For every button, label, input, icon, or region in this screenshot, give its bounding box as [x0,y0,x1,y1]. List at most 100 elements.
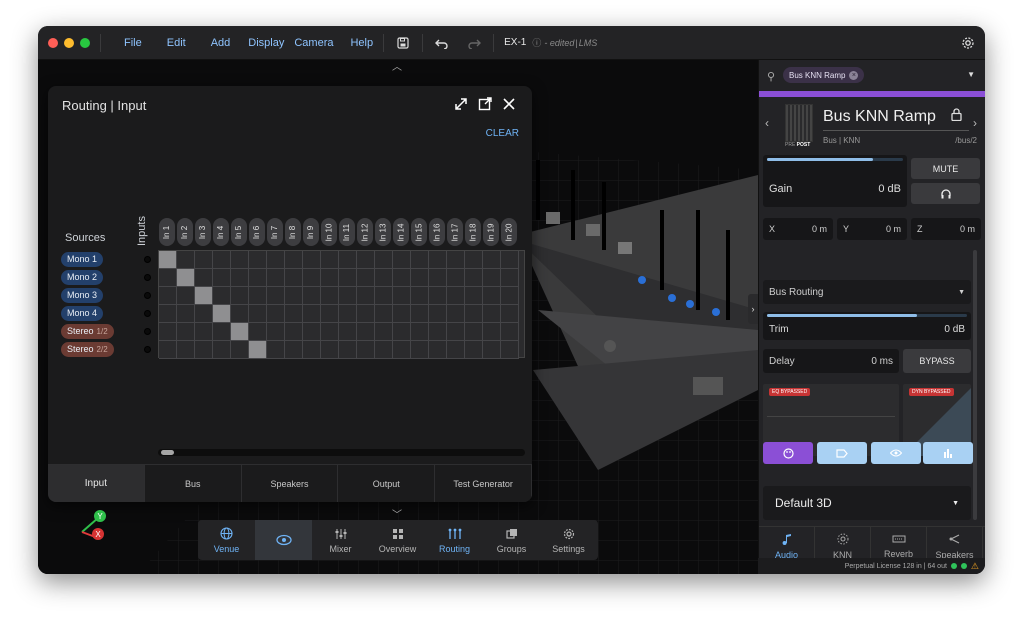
input-column-9[interactable]: In 9 [303,218,319,246]
input-column-20[interactable]: In 20 [501,218,517,246]
routing-cell[interactable] [465,287,483,305]
routing-cell[interactable] [501,305,519,323]
input-column-19[interactable]: In 19 [483,218,499,246]
routing-cell[interactable] [249,323,267,341]
routing-cell[interactable] [393,251,411,269]
input-column-12[interactable]: In 12 [357,218,373,246]
bus-routing-select[interactable]: Bus Routing ▼ [763,280,971,304]
routing-cell[interactable] [339,251,357,269]
routing-cell[interactable] [465,323,483,341]
nav-view-toggle[interactable] [255,520,312,560]
panel-collapse-handle[interactable]: › [748,294,758,324]
warning-icon[interactable]: ⚠ [971,561,979,572]
input-column-3[interactable]: In 3 [195,218,211,246]
routing-cell[interactable] [195,305,213,323]
settings-gear-icon[interactable] [959,34,977,52]
routing-cell[interactable] [339,323,357,341]
solo-headphones-button[interactable] [911,183,980,204]
routing-cell[interactable] [429,323,447,341]
routing-cell[interactable] [339,269,357,287]
routing-cell[interactable] [177,251,195,269]
y-position-field[interactable]: Y 0 m [837,218,907,240]
routing-cell[interactable] [177,287,195,305]
routing-cell[interactable] [429,287,447,305]
routing-cell[interactable] [483,251,501,269]
source-connector-dot[interactable] [144,310,151,317]
chevron-down-icon[interactable]: ﹀ [392,506,402,521]
routing-cell[interactable] [339,287,357,305]
routing-cell[interactable] [339,305,357,323]
next-icon[interactable]: › [973,116,977,130]
tab-bus[interactable]: Bus [144,465,242,502]
routing-cell[interactable] [321,287,339,305]
routing-cell[interactable] [177,269,195,287]
source-stereo-6[interactable]: Stereo 2/2 [61,342,114,357]
source-mono-1[interactable]: Mono 1 [61,252,104,267]
routing-cell[interactable] [285,341,303,359]
routing-cell[interactable] [267,323,285,341]
routing-cell[interactable] [393,287,411,305]
menu-camera[interactable]: Camera [294,37,333,49]
selected-tag[interactable]: Bus KNN Ramp × [783,67,865,83]
input-column-8[interactable]: In 8 [285,218,301,246]
routing-cell[interactable] [267,269,285,287]
input-column-15[interactable]: In 15 [411,218,427,246]
source-connector-dot[interactable] [144,274,151,281]
routing-cell[interactable] [501,269,519,287]
source-mono-2[interactable]: Mono 2 [61,270,104,285]
delay-field[interactable]: Delay 0 ms [763,349,899,373]
input-column-6[interactable]: In 6 [249,218,265,246]
routing-cell[interactable] [357,305,375,323]
routing-cell[interactable] [159,341,177,359]
routing-cell[interactable] [285,287,303,305]
routing-cell[interactable] [483,269,501,287]
routing-cell[interactable] [411,287,429,305]
routing-cell[interactable] [465,305,483,323]
routing-cell[interactable] [213,251,231,269]
routing-cell[interactable] [213,269,231,287]
x-position-field[interactable]: X 0 m [763,218,833,240]
nav-venue[interactable]: Venue [198,520,255,560]
source-mono-4[interactable]: Mono 4 [61,306,104,321]
input-column-7[interactable]: In 7 [267,218,283,246]
routing-cell[interactable] [393,341,411,359]
routing-cell[interactable] [159,305,177,323]
routing-cell[interactable] [375,251,393,269]
nav-mixer[interactable]: Mixer [312,520,369,560]
routing-cell[interactable] [159,251,177,269]
routing-cell[interactable] [375,341,393,359]
routing-cell[interactable] [303,269,321,287]
routing-cell[interactable] [393,269,411,287]
menu-file[interactable]: File [124,37,142,49]
routing-cell[interactable] [159,269,177,287]
routing-cell[interactable] [249,287,267,305]
routing-cell[interactable] [195,323,213,341]
routing-cell[interactable] [159,323,177,341]
input-column-13[interactable]: In 13 [375,218,391,246]
routing-cell[interactable] [303,341,321,359]
routing-cell[interactable] [483,341,501,359]
routing-cell[interactable] [447,323,465,341]
clear-button[interactable]: CLEAR [486,128,519,139]
routing-cell[interactable] [195,269,213,287]
input-column-5[interactable]: In 5 [231,218,247,246]
routing-cell[interactable] [213,287,231,305]
routing-cell[interactable] [267,341,285,359]
routing-cell[interactable] [231,287,249,305]
trim-control[interactable]: Trim 0 dB [763,312,971,340]
routing-cell[interactable] [195,287,213,305]
routing-cell[interactable] [321,305,339,323]
routing-cell[interactable] [285,305,303,323]
routing-cell[interactable] [267,287,285,305]
label-button[interactable] [817,442,867,464]
routing-cell[interactable] [393,305,411,323]
save-icon[interactable] [394,34,412,52]
source-connector-dot[interactable] [144,256,151,263]
routing-cell[interactable] [411,341,429,359]
channel-name[interactable]: Bus KNN Ramp [823,108,936,126]
routing-cell[interactable] [303,305,321,323]
close-window-button[interactable] [48,37,58,48]
routing-cell[interactable] [177,341,195,359]
routing-cell[interactable] [213,323,231,341]
routing-cell[interactable] [375,269,393,287]
